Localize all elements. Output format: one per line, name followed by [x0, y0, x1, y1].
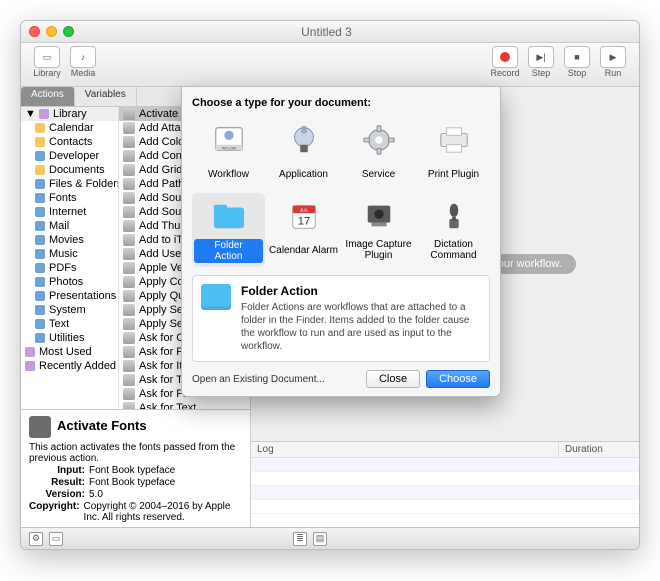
library-recently_added[interactable]: Recently Added: [21, 359, 118, 373]
sheet-heading: Choose a type for your document:: [192, 97, 490, 109]
run-toolbar-button[interactable]: ▶ Run: [595, 46, 631, 78]
library-item[interactable]: Fonts: [21, 191, 118, 205]
library-icon: ▭: [34, 46, 60, 68]
library-toolbar-button[interactable]: ▭ Library: [29, 46, 65, 78]
library-list[interactable]: ▼LibraryCalendarContactsDeveloperDocumen…: [21, 107, 119, 409]
workflow-icon: WFLOW: [207, 121, 251, 159]
step-toolbar-button[interactable]: ▶| Step: [523, 46, 559, 78]
library-item[interactable]: Documents: [21, 163, 118, 177]
detail-summary: This action activates the fonts passed f…: [29, 442, 242, 464]
tab-variables[interactable]: Variables: [75, 87, 137, 106]
svg-text:17: 17: [297, 215, 310, 227]
log-rows: [251, 458, 639, 514]
doc-type-folder-action[interactable]: Folder Action: [192, 193, 265, 267]
log-col-log[interactable]: Log: [251, 442, 559, 457]
stop-icon: ■: [564, 46, 590, 68]
library-item[interactable]: Files & Folders: [21, 177, 118, 191]
calendar-alarm-icon: JUL 17: [282, 197, 326, 235]
doc-type-dictation-command[interactable]: Dictation Command: [417, 193, 490, 267]
action-detail-panel: Activate Fonts This action activates the…: [21, 409, 250, 527]
action-item[interactable]: Ask for Text: [119, 401, 250, 409]
zoom-window-button[interactable]: [63, 26, 74, 37]
dictation-command-icon: [432, 197, 476, 235]
library-item[interactable]: Mail: [21, 219, 118, 233]
service-icon: [357, 121, 401, 159]
step-icon: ▶|: [528, 46, 554, 68]
folder-action-icon: [201, 284, 231, 310]
library-header[interactable]: ▼Library: [21, 107, 118, 121]
image-capture-plugin-icon: [357, 197, 401, 235]
library-item[interactable]: Internet: [21, 205, 118, 219]
log-header: Log Duration: [251, 442, 639, 458]
type-grid: WFLOWWorkflowApplicationServicePrint Plu…: [192, 117, 490, 267]
media-icon: ♪: [70, 46, 96, 68]
log-view-icon[interactable]: ▤: [313, 532, 327, 546]
log-panel: Log Duration: [251, 441, 639, 527]
font-book-icon: [29, 416, 51, 438]
doc-type-service[interactable]: Service: [342, 117, 415, 189]
library-item[interactable]: Text: [21, 317, 118, 331]
window-controls: [29, 26, 74, 37]
tab-actions[interactable]: Actions: [21, 87, 75, 106]
doc-type-calendar-alarm[interactable]: JUL17Calendar Alarm: [267, 193, 340, 267]
library-item[interactable]: Presentations: [21, 289, 118, 303]
library-item[interactable]: Developer: [21, 149, 118, 163]
toolbar: ▭ Library ♪ Media Record ▶| Step ■ Stop …: [21, 43, 639, 87]
library-most_used[interactable]: Most Used: [21, 345, 118, 359]
library-item[interactable]: Photos: [21, 275, 118, 289]
document-type-sheet: Choose a type for your document: WFLOWWo…: [181, 86, 501, 397]
library-item[interactable]: System: [21, 303, 118, 317]
bottom-bar: ⚙ ▭ ≣ ▤: [21, 527, 639, 549]
print-plugin-icon: [432, 121, 476, 159]
titlebar: Untitled 3: [21, 21, 639, 43]
doc-type-application[interactable]: Application: [267, 117, 340, 189]
doc-type-print-plugin[interactable]: Print Plugin: [417, 117, 490, 189]
run-icon: ▶: [600, 46, 626, 68]
sheet-button-bar: Open an Existing Document... Close Choos…: [192, 370, 490, 388]
choose-button[interactable]: Choose: [426, 370, 490, 388]
workflow-view-icon[interactable]: ≣: [293, 532, 307, 546]
desc-title: Folder Action: [241, 284, 481, 298]
doc-type-image-capture-plugin[interactable]: Image Capture Plugin: [342, 193, 415, 267]
close-window-button[interactable]: [29, 26, 40, 37]
log-col-duration[interactable]: Duration: [559, 442, 639, 457]
open-existing-link[interactable]: Open an Existing Document...: [192, 374, 360, 385]
automator-window: Untitled 3 ▭ Library ♪ Media Record ▶| S…: [20, 20, 640, 550]
library-item[interactable]: Utilities: [21, 331, 118, 345]
library-item[interactable]: Calendar: [21, 121, 118, 135]
media-toolbar-button[interactable]: ♪ Media: [65, 46, 101, 78]
minimize-window-button[interactable]: [46, 26, 57, 37]
close-button[interactable]: Close: [366, 370, 420, 388]
folder-action-icon: [207, 197, 251, 235]
library-item[interactable]: Contacts: [21, 135, 118, 149]
window-title: Untitled 3: [74, 25, 579, 39]
record-icon: [492, 46, 518, 68]
library-item[interactable]: PDFs: [21, 261, 118, 275]
desc-body: Folder Actions are workflows that are at…: [241, 301, 481, 353]
library-ul: ▼LibraryCalendarContactsDeveloperDocumen…: [21, 107, 118, 373]
type-description: Folder Action Folder Actions are workflo…: [192, 275, 490, 362]
record-toolbar-button[interactable]: Record: [487, 46, 523, 78]
svg-text:WFLOW: WFLOW: [221, 146, 236, 150]
settings-gear-icon[interactable]: ⚙: [29, 532, 43, 546]
library-item[interactable]: Music: [21, 247, 118, 261]
library-item[interactable]: Movies: [21, 233, 118, 247]
detail-title: Activate Fonts: [57, 418, 147, 433]
application-icon: [282, 121, 326, 159]
svg-text:JUL: JUL: [299, 207, 308, 212]
stop-toolbar-button[interactable]: ■ Stop: [559, 46, 595, 78]
quicklook-icon[interactable]: ▭: [49, 532, 63, 546]
doc-type-workflow[interactable]: WFLOWWorkflow: [192, 117, 265, 189]
